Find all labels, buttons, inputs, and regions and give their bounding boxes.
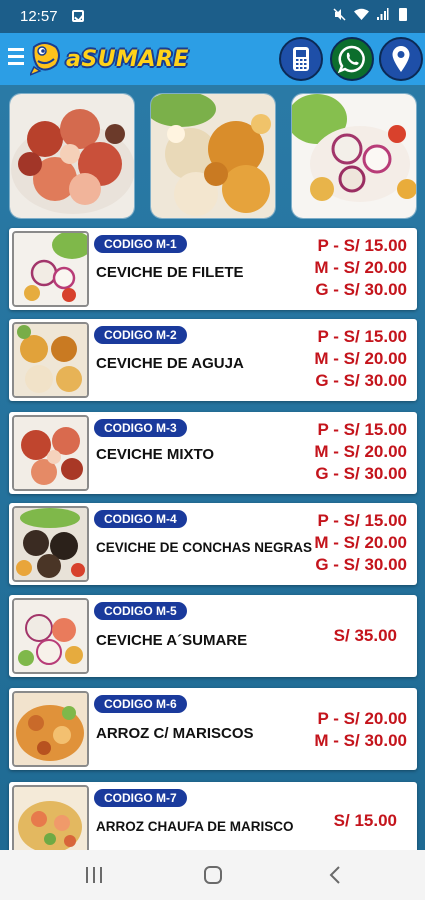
- price-large: G - S/ 30.00: [315, 555, 407, 574]
- price-small: P - S/ 20.00: [317, 709, 407, 728]
- item-code-badge: CODIGO M-2: [94, 326, 187, 344]
- menu-item-card[interactable]: CODIGO M-7 ARROZ CHAUFA DE MARISCO S/ 15…: [9, 782, 417, 850]
- item-name: CEVICHE MIXTO: [96, 446, 215, 463]
- dish-thumbnail: [12, 785, 89, 850]
- menu-item-card[interactable]: CODIGO M-6 ARROZ C/ MARISCOS P - S/ 20.0…: [9, 688, 417, 770]
- price-medium: M - S/ 30.00: [314, 731, 407, 750]
- item-prices: P - S/ 20.00 M - S/ 30.00: [314, 708, 407, 752]
- seafood-platter-photo[interactable]: [9, 93, 135, 219]
- fried-calamari-photo[interactable]: [150, 93, 276, 219]
- dish-thumbnail: [12, 231, 89, 307]
- item-code-badge: CODIGO M-4: [94, 510, 187, 528]
- whatsapp-button[interactable]: [330, 37, 374, 81]
- system-icons: [333, 8, 407, 23]
- price-medium: M - S/ 20.00: [314, 533, 407, 552]
- menu-icon[interactable]: [8, 48, 24, 66]
- whatsapp-icon: [337, 45, 365, 74]
- price-small: P - S/ 15.00: [317, 511, 407, 530]
- dish-thumbnail: [12, 415, 89, 491]
- dish-thumbnail: [12, 322, 89, 398]
- item-name: ARROZ C/ MARISCOS: [96, 725, 254, 742]
- logo-text: aSUMARE: [66, 47, 189, 72]
- dish-thumbnail: [12, 691, 89, 767]
- wifi-icon: [353, 8, 369, 20]
- price-medium: M - S/ 20.00: [314, 442, 407, 461]
- map-pin-icon: [392, 46, 410, 72]
- signal-icon: [377, 8, 389, 20]
- menu-item-card[interactable]: CODIGO M-5 CEVICHE A´SUMARE S/ 35.00: [9, 595, 417, 677]
- app-bar: aSUMARE: [0, 33, 425, 85]
- dish-thumbnail: [12, 506, 89, 582]
- price-large: G - S/ 30.00: [315, 464, 407, 483]
- item-prices: P - S/ 15.00 M - S/ 20.00 G - S/ 30.00: [314, 326, 407, 392]
- menu-item-card[interactable]: CODIGO M-1 CEVICHE DE FILETE P - S/ 15.0…: [9, 228, 417, 310]
- price-medium: M - S/ 20.00: [314, 349, 407, 368]
- item-name: CEVICHE DE FILETE: [96, 264, 244, 281]
- home-icon[interactable]: [204, 866, 222, 884]
- ceviche-photo[interactable]: [291, 93, 417, 219]
- price-large: G - S/ 30.00: [315, 280, 407, 299]
- mute-icon: [333, 8, 346, 21]
- notification-icon: [72, 10, 84, 22]
- item-code-badge: CODIGO M-6: [94, 695, 187, 713]
- battery-icon: [399, 8, 407, 21]
- price-small: P - S/ 15.00: [317, 327, 407, 346]
- system-nav-bar: [0, 850, 425, 900]
- item-name: CEVICHE DE CONCHAS NEGRAS: [96, 540, 313, 555]
- item-prices: P - S/ 15.00 M - S/ 20.00 G - S/ 30.00: [314, 235, 407, 301]
- menu-content[interactable]: CODIGO M-1 CEVICHE DE FILETE P - S/ 15.0…: [0, 85, 425, 850]
- dish-thumbnail: [12, 598, 89, 674]
- back-icon[interactable]: [326, 864, 346, 886]
- item-prices: P - S/ 15.00 M - S/ 20.00 G - S/ 30.00: [314, 419, 407, 485]
- recents-icon[interactable]: [86, 867, 104, 883]
- item-code-badge: CODIGO M-3: [94, 419, 187, 437]
- item-code-badge: CODIGO M-7: [94, 789, 187, 807]
- phone-button[interactable]: [279, 37, 323, 81]
- fish-mascot-icon: [30, 42, 60, 76]
- item-prices: S/ 35.00: [334, 625, 397, 647]
- item-name: CEVICHE DE AGUJA: [96, 355, 244, 372]
- item-prices: P - S/ 15.00 M - S/ 20.00 G - S/ 30.00: [314, 510, 407, 576]
- menu-item-card[interactable]: CODIGO M-4 CEVICHE DE CONCHAS NEGRAS P -…: [9, 503, 417, 585]
- item-name: CEVICHE A´SUMARE: [96, 632, 248, 649]
- price-small: P - S/ 15.00: [317, 420, 407, 439]
- status-time: 12:57: [20, 8, 58, 25]
- price-large: G - S/ 30.00: [315, 371, 407, 390]
- item-code-badge: CODIGO M-5: [94, 602, 187, 620]
- item-name: ARROZ CHAUFA DE MARISCO: [96, 819, 294, 834]
- app-logo: aSUMARE: [30, 37, 188, 81]
- status-bar: 12:57: [0, 0, 425, 33]
- item-code-badge: CODIGO M-1: [94, 235, 187, 253]
- price-medium: M - S/ 20.00: [314, 258, 407, 277]
- price-small: P - S/ 15.00: [317, 236, 407, 255]
- menu-item-card[interactable]: CODIGO M-2 CEVICHE DE AGUJA P - S/ 15.00…: [9, 319, 417, 401]
- item-prices: S/ 15.00: [334, 810, 397, 832]
- mobile-phone-icon: [293, 47, 309, 71]
- menu-item-card[interactable]: CODIGO M-3 CEVICHE MIXTO P - S/ 15.00 M …: [9, 412, 417, 494]
- location-button[interactable]: [379, 37, 423, 81]
- price-single: S/ 35.00: [333, 626, 397, 645]
- price-single: S/ 15.00: [333, 811, 397, 830]
